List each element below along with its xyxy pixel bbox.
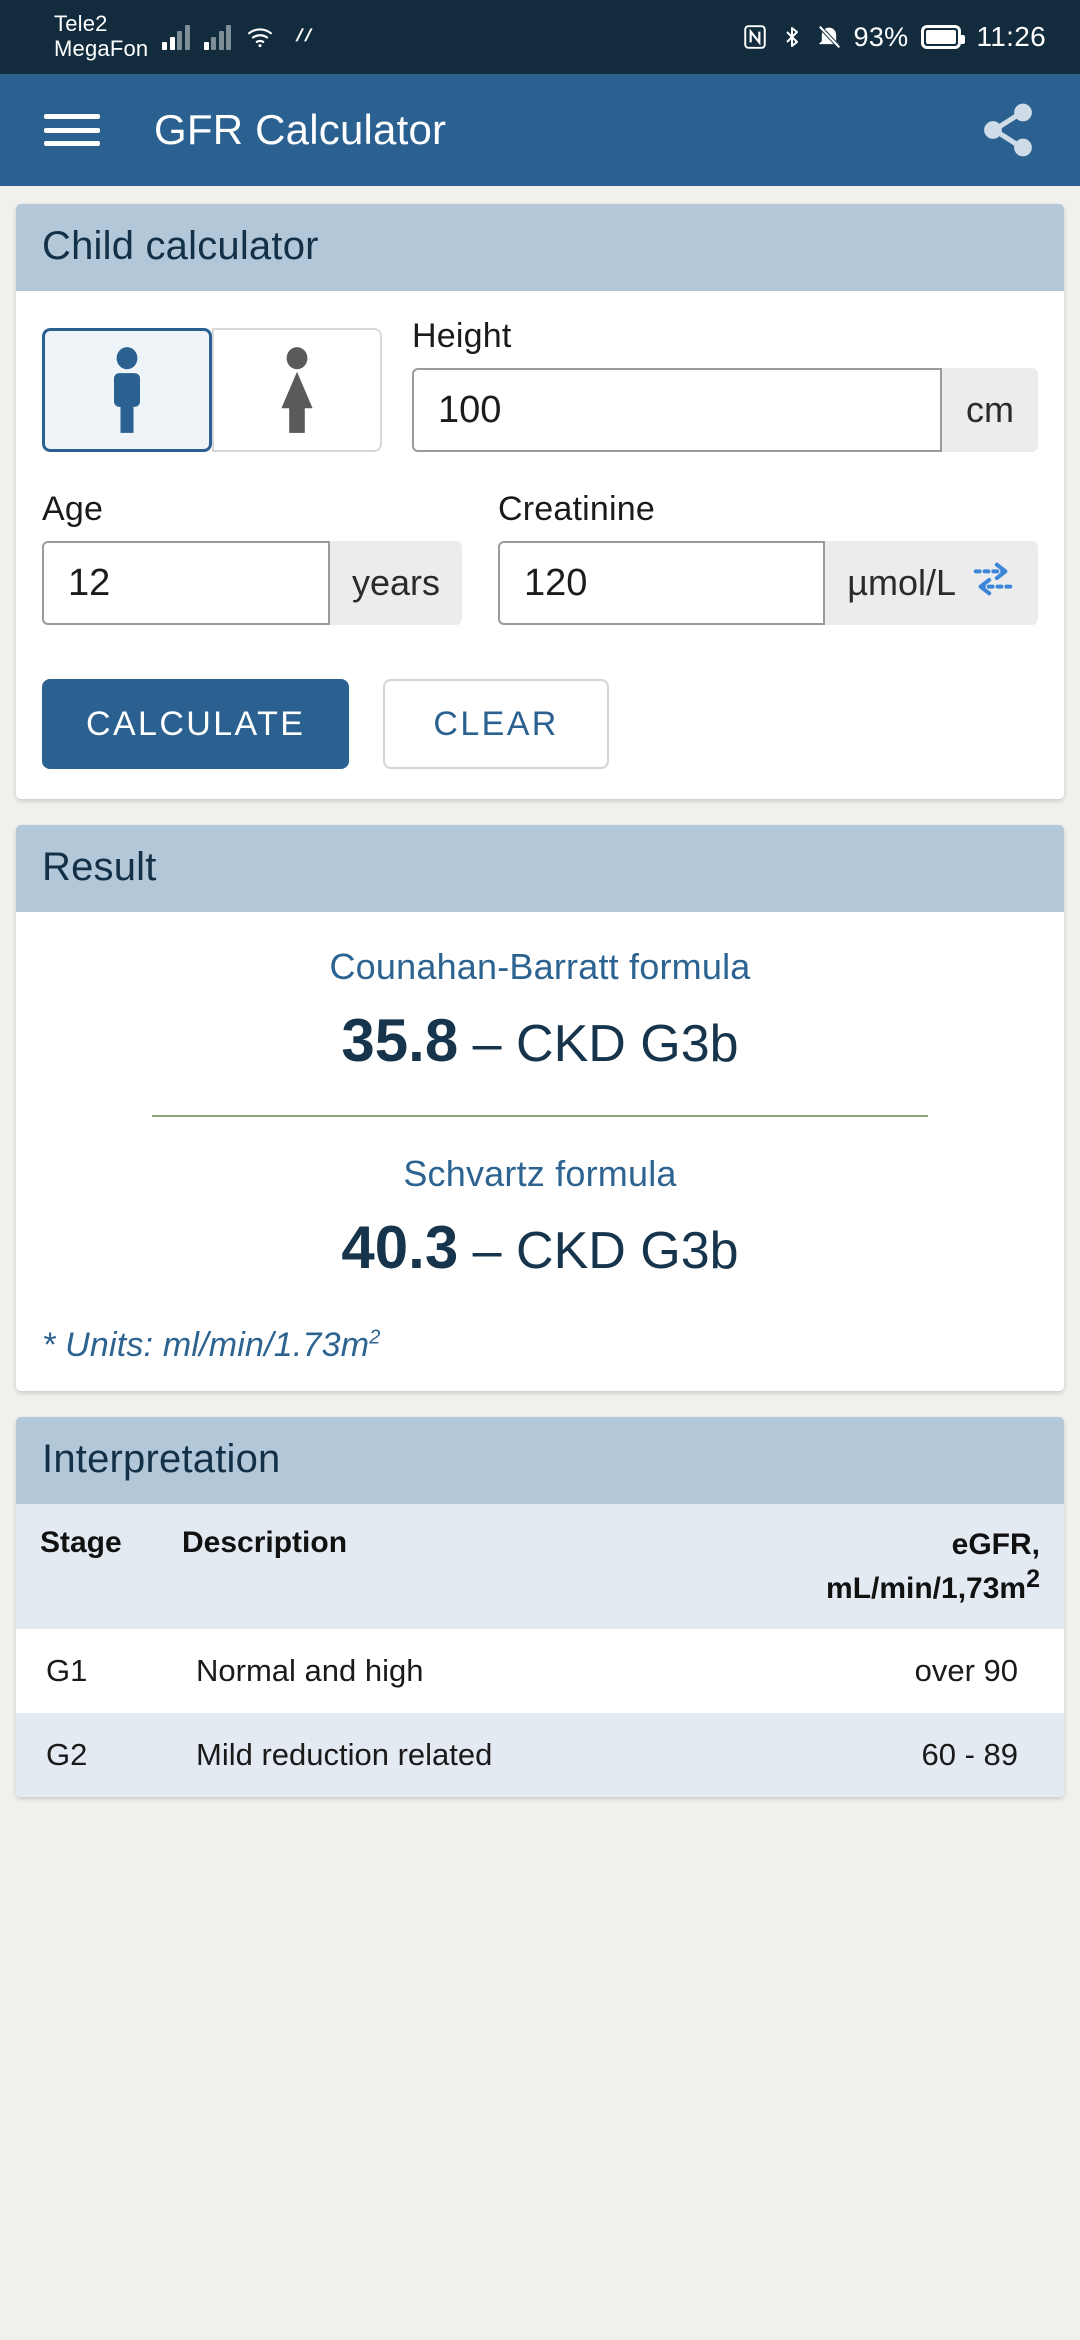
child-calculator-card: Child calculator Height 100 cm Age 12 ye… [16, 204, 1064, 799]
result-body: Counahan-Barratt formula 35.8 – CKD G3b … [16, 912, 1064, 1391]
child-calculator-title: Child calculator [16, 204, 1064, 291]
units-note-text: * Units: ml/min/1.73m [42, 1326, 370, 1364]
battery-icon [920, 25, 965, 49]
mute-icon [816, 23, 842, 51]
share-icon[interactable] [976, 98, 1040, 162]
units-note: * Units: ml/min/1.73m2 [42, 1326, 1038, 1365]
main-content: Child calculator Height 100 cm Age 12 ye… [0, 186, 1080, 1797]
column-header-stage: Stage [16, 1504, 166, 1629]
wifi-icon [245, 24, 275, 50]
row-0-stage: G1 [16, 1629, 166, 1713]
female-figure-icon [281, 347, 313, 433]
age-input-group[interactable]: 12 years [42, 541, 462, 625]
height-input-group[interactable]: 100 cm [412, 368, 1038, 452]
formula-1-value-row: 35.8 – CKD G3b [42, 1006, 1038, 1075]
height-label: Height [412, 317, 512, 355]
formula-2-name: Schvartz formula [403, 1153, 677, 1194]
formula-2-stage: CKD G3b [516, 1222, 739, 1280]
interpretation-card: Interpretation Stage Description eGFR, m… [16, 1417, 1064, 1797]
carrier-names: Tele2 MegaFon [54, 12, 148, 61]
result-divider [152, 1115, 928, 1117]
column-header-description: Description [166, 1504, 682, 1629]
table-header-row: Stage Description eGFR, mL/min/1,73m2 [16, 1504, 1064, 1629]
age-unit-label: years [329, 541, 462, 625]
row-1-description: Mild reduction related [166, 1713, 682, 1797]
signal-bars-icon [162, 24, 190, 50]
child-calculator-body: Height 100 cm Age 12 years Creatinine 12… [16, 291, 1064, 799]
creatinine-field-block: Creatinine 120 µmol/L [498, 490, 1038, 625]
result-formula-2: Schvartz formula 40.3 – CKD G3b [42, 1153, 1038, 1282]
row-0-egfr: over 90 [681, 1629, 1064, 1713]
table-row: G1 Normal and high over 90 [16, 1629, 1064, 1713]
calculate-button[interactable]: CALCULATE [42, 679, 350, 769]
height-field-block: Height 100 cm [412, 317, 1038, 452]
table-body: G1 Normal and high over 90 G2 Mild reduc… [16, 1629, 1064, 1797]
formula-2-value: 40.3 [341, 1214, 459, 1281]
carrier-1-label: Tele2 [54, 11, 108, 37]
age-field-block: Age 12 years [42, 490, 462, 625]
battery-percent-label: 93% [853, 21, 909, 52]
gender-toggle-group[interactable] [42, 328, 382, 452]
data-transfer-icon [289, 24, 319, 50]
formula-2-value-row: 40.3 – CKD G3b [42, 1213, 1038, 1282]
age-creatinine-row: Age 12 years Creatinine 120 µmol/L [42, 490, 1038, 625]
creatinine-unit-box[interactable]: µmol/L [825, 541, 1038, 625]
interpretation-title: Interpretation [16, 1417, 1064, 1504]
age-label: Age [42, 490, 104, 528]
status-bar: Tele2 MegaFon 93% 11:26 [0, 0, 1080, 74]
formula-1-name: Counahan-Barratt formula [329, 946, 751, 987]
height-unit-label: cm [942, 368, 1038, 452]
row-0-description: Normal and high [166, 1629, 682, 1713]
column-header-egfr-line1: eGFR, [951, 1528, 1040, 1561]
viewport-bottom-mask [0, 2280, 1080, 2340]
male-figure-icon [114, 347, 140, 433]
column-header-egfr-line2: mL/min/1,73m [826, 1571, 1027, 1605]
app-bar: GFR Calculator [0, 74, 1080, 186]
status-bar-left: Tele2 MegaFon [54, 12, 319, 61]
formula-1-value: 35.8 [341, 1007, 459, 1074]
carrier-2-label: MegaFon [54, 36, 149, 61]
gender-height-row: Height 100 cm [42, 317, 1038, 452]
status-bar-right: 93% 11:26 [742, 21, 1046, 53]
signal-bars-icon-2 [203, 24, 232, 50]
hamburger-menu-icon[interactable] [44, 108, 100, 152]
column-header-egfr-superscript: 2 [1026, 1564, 1040, 1593]
creatinine-label: Creatinine [498, 490, 655, 528]
formula-2-separator: – [472, 1222, 502, 1280]
result-card: Result Counahan-Barratt formula 35.8 – C… [16, 825, 1064, 1391]
creatinine-input-group[interactable]: 120 µmol/L [498, 541, 1038, 625]
formula-1-stage: CKD G3b [516, 1015, 739, 1073]
page-title: GFR Calculator [154, 106, 447, 153]
interpretation-table: Stage Description eGFR, mL/min/1,73m2 G1… [16, 1504, 1064, 1797]
row-1-egfr: 60 - 89 [681, 1713, 1064, 1797]
result-title: Result [16, 825, 1064, 912]
nfc-icon [742, 23, 768, 51]
gender-male-option[interactable] [42, 328, 212, 452]
swap-units-icon[interactable] [970, 558, 1016, 609]
creatinine-input[interactable]: 120 [498, 541, 826, 625]
action-button-row: CALCULATE CLEAR [42, 679, 1038, 769]
formula-1-separator: – [472, 1015, 502, 1073]
units-note-superscript: 2 [369, 1326, 381, 1349]
row-1-stage: G2 [16, 1713, 166, 1797]
table-row: G2 Mild reduction related 60 - 89 [16, 1713, 1064, 1797]
gender-female-option[interactable] [212, 328, 382, 452]
clock-label: 11:26 [976, 21, 1046, 52]
clear-button[interactable]: CLEAR [383, 679, 609, 769]
creatinine-unit-label: µmol/L [847, 562, 956, 603]
height-input[interactable]: 100 [412, 368, 942, 452]
bluetooth-icon [780, 23, 804, 51]
column-header-egfr: eGFR, mL/min/1,73m2 [681, 1504, 1064, 1629]
age-input[interactable]: 12 [42, 541, 330, 625]
table-header: Stage Description eGFR, mL/min/1,73m2 [16, 1504, 1064, 1629]
result-formula-1: Counahan-Barratt formula 35.8 – CKD G3b [42, 946, 1038, 1075]
